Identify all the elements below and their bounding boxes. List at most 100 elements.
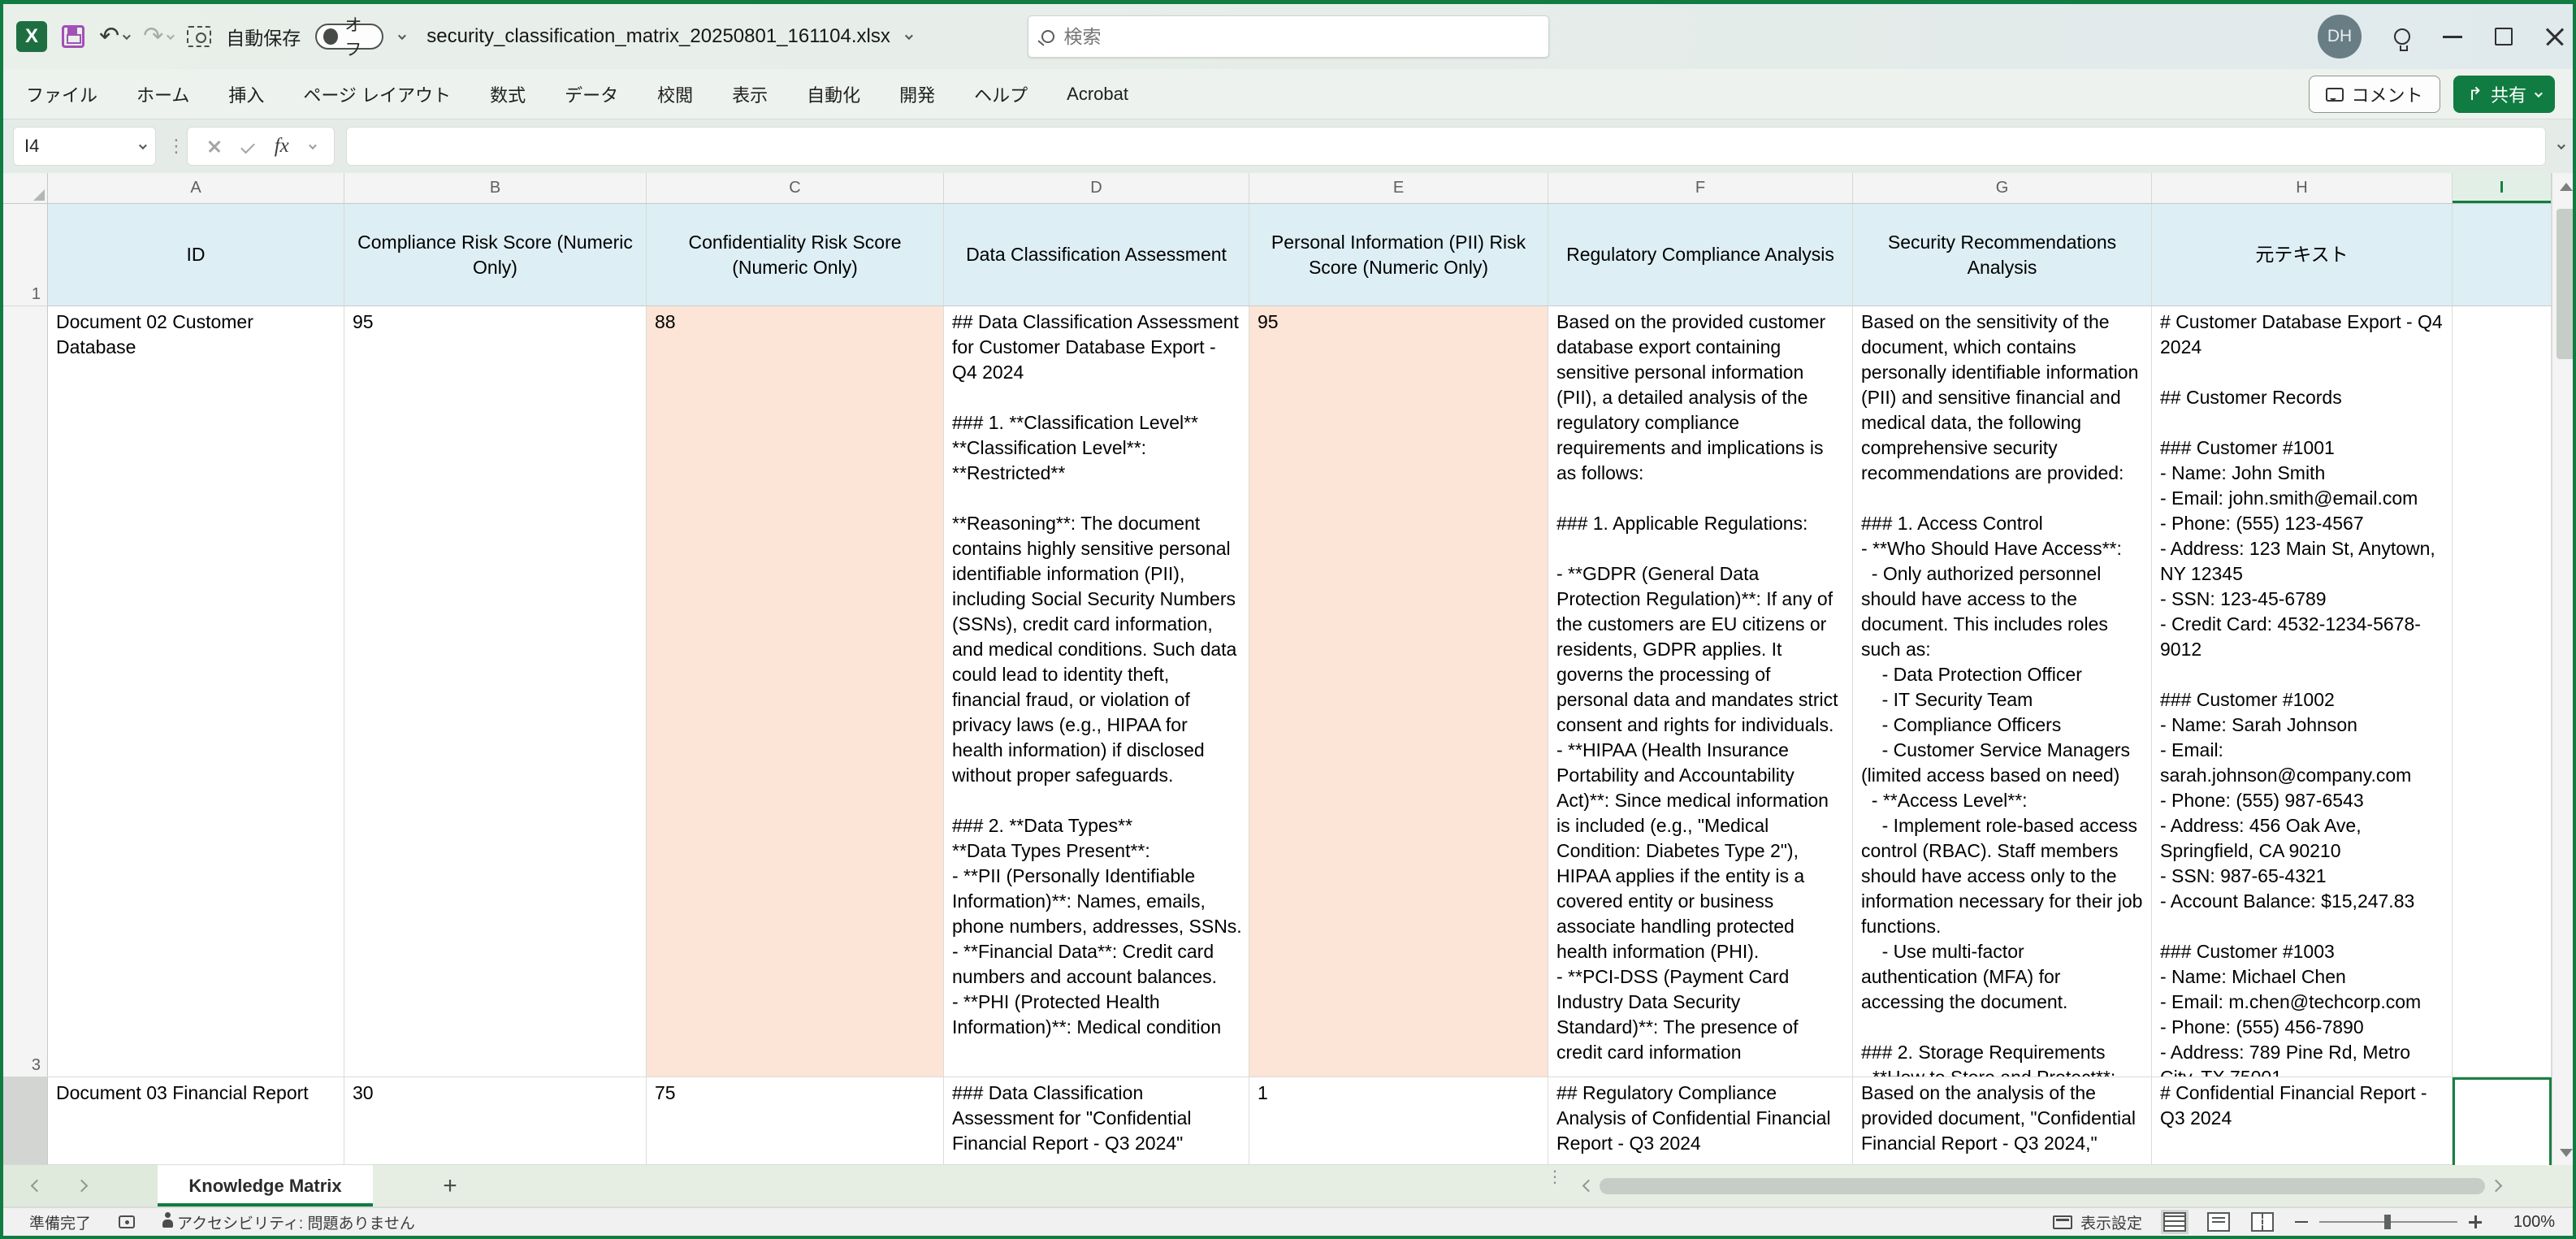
sheet-tab-knowledge-matrix[interactable]: Knowledge Matrix — [158, 1165, 373, 1207]
file-name-chevron-icon[interactable] — [905, 32, 913, 40]
cell-E1[interactable]: Personal Information (PII) Risk Score (N… — [1249, 204, 1548, 306]
cell-G1[interactable]: Security Recommendations Analysis — [1853, 204, 2152, 306]
cell-C1[interactable]: Confidentiality Risk Score (Numeric Only… — [647, 204, 944, 306]
autosave-toggle[interactable]: オフ — [315, 24, 383, 50]
column-header-i-selected[interactable]: I — [2453, 173, 2552, 203]
insert-function-icon[interactable]: fx — [275, 135, 289, 158]
cell-I1[interactable] — [2453, 204, 2552, 306]
cell-A1[interactable]: ID — [48, 204, 344, 306]
formula-bar-expand-icon[interactable] — [2557, 141, 2565, 149]
tab-developer[interactable]: 開発 — [899, 81, 935, 107]
tab-file[interactable]: ファイル — [26, 81, 97, 107]
cell-B3[interactable]: 95 — [344, 306, 647, 1077]
search-input[interactable] — [1064, 26, 1535, 48]
cell-E4[interactable]: 1 — [1249, 1077, 1548, 1165]
cell-C4[interactable]: 75 — [647, 1077, 944, 1165]
name-box-chevron-icon[interactable] — [139, 141, 147, 149]
share-button[interactable]: ↱ 共有 — [2453, 76, 2555, 113]
avatar[interactable]: DH — [2318, 15, 2362, 58]
tab-home[interactable]: ホーム — [136, 81, 189, 107]
scroll-up-icon[interactable] — [2560, 183, 2573, 191]
tab-scrollbar-divider-icon[interactable]: ⋮ — [1547, 1173, 1563, 1181]
display-settings-label[interactable]: 表示設定 — [2080, 1211, 2142, 1233]
comments-button[interactable]: コメント — [2309, 76, 2440, 113]
tab-help[interactable]: ヘルプ — [974, 81, 1028, 107]
cell-G3[interactable]: Based on the sensitivity of the document… — [1853, 306, 2152, 1077]
formula-bar-grip-icon[interactable]: ⋮ — [167, 142, 175, 150]
tab-data[interactable]: データ — [565, 81, 618, 107]
cell-H1[interactable]: 元テキスト — [2152, 204, 2453, 306]
zoom-out-icon[interactable] — [2295, 1221, 2308, 1224]
cell-F4[interactable]: ## Regulatory Compliance Analysis of Con… — [1548, 1077, 1853, 1165]
zoom-level[interactable]: 100% — [2503, 1213, 2555, 1232]
hscroll-right-icon[interactable] — [2490, 1180, 2503, 1193]
cell-D4[interactable]: ### Data Classification Assessment for "… — [944, 1077, 1249, 1165]
column-header-c[interactable]: C — [647, 173, 944, 203]
cell-H4[interactable]: # Confidential Financial Report - Q3 202… — [2152, 1077, 2453, 1165]
formula-input[interactable] — [346, 127, 2546, 166]
column-header-e[interactable]: E — [1249, 173, 1548, 203]
cell-B4[interactable]: 30 — [344, 1077, 647, 1165]
cell-A4[interactable]: Document 03 Financial Report — [48, 1077, 344, 1165]
tab-acrobat[interactable]: Acrobat — [1067, 84, 1128, 105]
zoom-in-icon[interactable] — [2469, 1215, 2482, 1228]
row-header-3[interactable]: 3 — [3, 306, 48, 1077]
select-all-corner[interactable] — [3, 173, 48, 203]
tab-view[interactable]: 表示 — [732, 81, 768, 107]
horizontal-scrollbar-thumb[interactable] — [1600, 1178, 2485, 1194]
vertical-scrollbar[interactable] — [2552, 173, 2573, 1165]
cell-H3[interactable]: # Customer Database Export - Q4 2024 ## … — [2152, 306, 2453, 1077]
maximize-button[interactable] — [2495, 28, 2513, 45]
cell-F1[interactable]: Regulatory Compliance Analysis — [1548, 204, 1853, 306]
column-header-a[interactable]: A — [48, 173, 344, 203]
zoom-slider[interactable] — [2319, 1221, 2457, 1223]
row-header-1[interactable]: 1 — [3, 204, 48, 306]
minimize-button[interactable] — [2443, 36, 2462, 38]
page-layout-view-icon[interactable] — [2207, 1212, 2230, 1232]
vertical-scrollbar-thumb[interactable] — [2557, 209, 2576, 359]
cell-B1[interactable]: Compliance Risk Score (Numeric Only) — [344, 204, 647, 306]
column-header-h[interactable]: H — [2152, 173, 2453, 203]
cell-D3[interactable]: ## Data Classification Assessment for Cu… — [944, 306, 1249, 1077]
confirm-entry-icon[interactable] — [240, 139, 255, 154]
scroll-down-icon[interactable] — [2560, 1149, 2573, 1157]
excel-logo-icon[interactable]: X — [16, 21, 47, 52]
cell-G4[interactable]: Based on the analysis of the provided do… — [1853, 1077, 2152, 1165]
undo-chevron-icon[interactable] — [123, 32, 131, 40]
horizontal-scrollbar[interactable] — [1578, 1165, 2573, 1207]
zoom-slider-thumb[interactable] — [2384, 1215, 2391, 1229]
column-header-f[interactable]: F — [1548, 173, 1853, 203]
name-box[interactable]: I4 — [13, 127, 156, 166]
cell-C3[interactable]: 88 — [647, 306, 944, 1077]
cell-E3[interactable]: 95 — [1249, 306, 1548, 1077]
file-name[interactable]: security_classification_matrix_20250801_… — [426, 25, 890, 48]
close-button[interactable] — [2545, 27, 2565, 46]
column-header-d[interactable]: D — [944, 173, 1249, 203]
sheet-nav-left-icon[interactable] — [31, 1180, 44, 1193]
function-chevron-icon[interactable] — [309, 141, 317, 149]
tab-formulas[interactable]: 数式 — [490, 81, 526, 107]
undo-icon[interactable]: ↶ — [99, 24, 119, 49]
hscroll-left-icon[interactable] — [1582, 1180, 1595, 1193]
screenshot-icon[interactable] — [187, 26, 211, 47]
cancel-entry-icon[interactable] — [207, 139, 222, 154]
cell-I3[interactable] — [2453, 306, 2552, 1077]
redo-icon[interactable]: ↷ — [143, 24, 163, 49]
add-sheet-button[interactable]: + — [434, 1170, 466, 1202]
quick-access-chevron-icon[interactable] — [398, 32, 406, 40]
accessibility-status[interactable]: アクセシビリティ: 問題ありません — [177, 1211, 415, 1233]
tab-insert[interactable]: 挿入 — [228, 81, 264, 107]
save-icon[interactable] — [62, 25, 84, 48]
page-break-view-icon[interactable] — [2251, 1212, 2274, 1232]
normal-view-icon[interactable] — [2163, 1212, 2186, 1232]
column-header-b[interactable]: B — [344, 173, 647, 203]
sheet-nav-right-icon[interactable] — [76, 1180, 89, 1193]
cell-F3[interactable]: Based on the provided customer database … — [1548, 306, 1853, 1077]
search-box[interactable] — [1028, 15, 1549, 58]
cell-D1[interactable]: Data Classification Assessment — [944, 204, 1249, 306]
tab-review[interactable]: 校閲 — [657, 81, 693, 107]
row-header-4[interactable] — [3, 1077, 48, 1165]
macro-record-icon[interactable] — [119, 1215, 135, 1228]
lightbulb-icon[interactable] — [2394, 28, 2410, 45]
column-header-g[interactable]: G — [1853, 173, 2152, 203]
